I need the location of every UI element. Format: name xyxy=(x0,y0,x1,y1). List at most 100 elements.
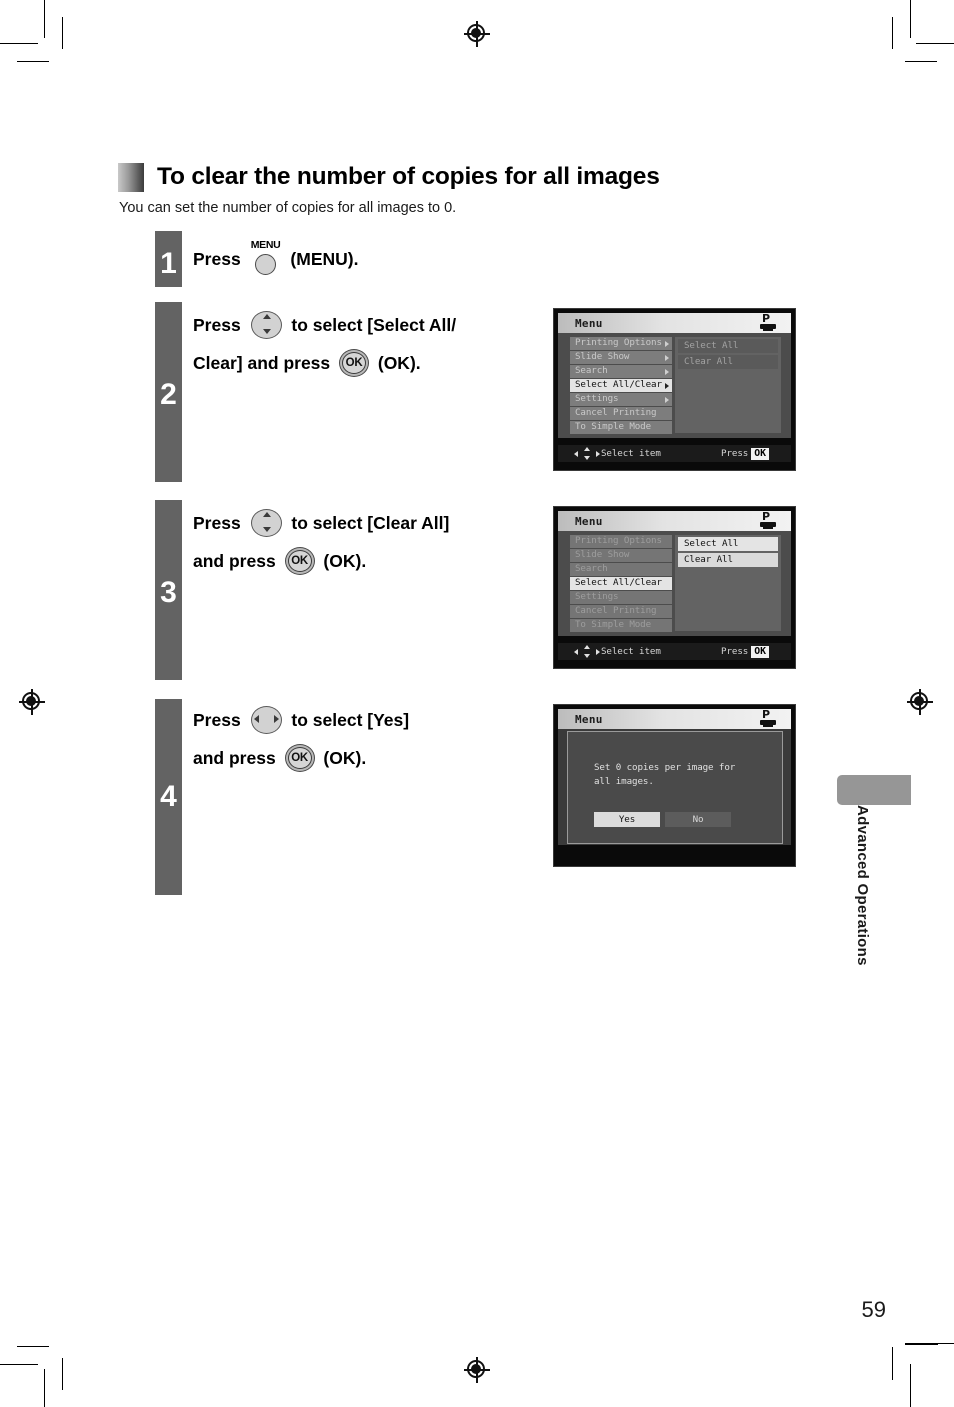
printer-icon-letter: P xyxy=(762,510,771,523)
step-1-text: Press MENU (MENU). xyxy=(193,231,358,287)
section-heading: To clear the number of copies for all im… xyxy=(118,163,660,192)
lcd-2-ok-chip: OK xyxy=(751,447,769,460)
dialog-message: Set 0 copies per image for all images. xyxy=(594,761,735,788)
arrow-down-icon xyxy=(262,527,271,532)
lcd-4-title: Menu xyxy=(575,712,603,726)
step-2-line-2: Clear] and press OK (OK). xyxy=(193,344,456,382)
page-title: To clear the number of copies for all im… xyxy=(157,163,660,191)
lcd-3-statusbar: Select item Press OK xyxy=(558,643,791,660)
step-1: 1 Press MENU (MENU). xyxy=(155,231,575,287)
manual-page: To clear the number of copies for all im… xyxy=(0,0,954,1407)
step-3-line-1: Press to select [Clear All] xyxy=(193,504,449,542)
arrow-left-icon xyxy=(574,450,578,457)
step-4-line-1: Press to select [Yes] xyxy=(193,701,409,739)
step-4-text: Press to select [Yes] and press OK (OK). xyxy=(193,701,409,777)
lcd-3-title: Menu xyxy=(575,514,603,528)
lcd-3-menu-item-6[interactable]: To Simple Mode xyxy=(570,619,672,633)
step-1-line-1: Press MENU (MENU). xyxy=(193,231,358,287)
chapter-tab xyxy=(837,775,911,805)
up-down-pad-icon xyxy=(249,309,284,341)
lcd-3-submenu-item-1[interactable]: Clear All xyxy=(678,553,778,567)
printer-icon-letter: P xyxy=(762,312,771,325)
lcd-3-menu-label-0: Printing Options xyxy=(575,535,662,546)
step-2: 2 Press to select [Select All/ Clear] an… xyxy=(155,302,575,482)
lcd-3-press-label: Press xyxy=(721,646,749,657)
lcd-3-menu-label-5: Cancel Printing xyxy=(575,605,657,617)
lcd-3-menu-item-1[interactable]: Slide Show xyxy=(570,549,672,562)
dialog-no-button[interactable]: No xyxy=(665,812,731,827)
lcd-3-body: Select All Clear All Printing Options Sl… xyxy=(558,531,791,636)
lcd-2-menu-item-5[interactable]: Cancel Printing xyxy=(570,407,672,421)
chapter-tab-label: Advanced Operations xyxy=(854,805,871,966)
left-right-pad-icon xyxy=(249,704,284,736)
lcd-2-menu-label-4: Settings xyxy=(575,393,619,405)
step-2-pre-text-1: Press xyxy=(193,315,246,335)
confirmation-dialog: Set 0 copies per image for all images. Y… xyxy=(567,731,783,844)
printer-icon-letter: P xyxy=(762,708,771,721)
lcd-3-menu-label-6: To Simple Mode xyxy=(575,619,652,631)
ok-button-icon: OK xyxy=(284,546,316,576)
printer-icon-tray xyxy=(763,725,773,727)
lcd-3-menu-item-5[interactable]: Cancel Printing xyxy=(570,605,672,619)
printer-icon: P xyxy=(760,312,778,333)
step-2-pre-text-2: Clear] and press xyxy=(193,353,335,373)
lcd-2-menu-label-5: Cancel Printing xyxy=(575,407,657,419)
lcd-2-press-hint: Press OK xyxy=(721,447,769,460)
lcd-3-hint: Select item xyxy=(601,646,661,657)
arrow-down-icon xyxy=(584,653,590,658)
lcd-2-menu-item-2[interactable]: Search xyxy=(570,365,672,378)
ok-button-label: OK xyxy=(287,747,312,769)
step-4-pre-text-1: Press xyxy=(193,710,246,730)
arrow-up-icon xyxy=(262,512,271,517)
printer-icon-tray xyxy=(763,527,773,529)
lcd-3-menu-item-3[interactable]: Select All/Clear xyxy=(570,577,672,590)
step-3-number: 3 xyxy=(160,576,177,609)
dialog-yes-button[interactable]: Yes xyxy=(594,812,660,827)
ok-button-icon: OK xyxy=(338,348,370,378)
lcd-2-menu-item-6[interactable]: To Simple Mode xyxy=(570,421,672,435)
lcd-3-menu-label-1: Slide Show xyxy=(575,549,630,561)
lcd-3-press-hint: Press OK xyxy=(721,645,769,658)
step-2-post-text-2: (OK). xyxy=(373,353,421,373)
lcd-2-hint: Select item xyxy=(601,448,661,459)
arrow-left-icon xyxy=(253,715,259,723)
lcd-3-menu-item-4[interactable]: Settings xyxy=(570,591,672,604)
lcd-2-menu-item-1[interactable]: Slide Show xyxy=(570,351,672,364)
section-subtitle: You can set the number of copies for all… xyxy=(119,200,457,216)
lcd-2-submenu: Select All Clear All xyxy=(675,337,781,433)
lcd-2-menu-item-3[interactable]: Select All/Clear xyxy=(570,379,672,392)
lcd-3-submenu-item-0[interactable]: Select All xyxy=(678,537,778,551)
arrow-right-icon xyxy=(596,450,600,457)
dpad-nav-icon xyxy=(574,447,600,460)
lcd-2-menu-label-3: Select All/Clear xyxy=(575,379,662,391)
dialog-message-line-1: Set 0 copies per image for xyxy=(594,762,736,773)
lcd-2-menu-label-1: Slide Show xyxy=(575,351,630,363)
step-3-text: Press to select [Clear All] and press OK… xyxy=(193,504,449,580)
step-3-line-2: and press OK (OK). xyxy=(193,542,449,580)
lcd-2-submenu-item-0[interactable]: Select All xyxy=(678,339,778,353)
lcd-4-titlebar: Menu P xyxy=(558,709,791,729)
lcd-3-submenu: Select All Clear All xyxy=(675,535,781,631)
lcd-screenshot-step-3: Menu P Select All Clear All Printing Opt… xyxy=(553,506,796,669)
lcd-2-menu-item-4[interactable]: Settings xyxy=(570,393,672,406)
lcd-2-submenu-item-1[interactable]: Clear All xyxy=(678,355,778,369)
lcd-2-menu-item-0[interactable]: Printing Options xyxy=(570,337,672,350)
lcd-2-body: Select All Clear All Printing Options Sl… xyxy=(558,333,791,438)
arrow-up-icon xyxy=(262,314,271,319)
up-down-pad-icon xyxy=(249,507,284,539)
dialog-buttons: Yes No xyxy=(594,812,731,827)
menu-button-circle xyxy=(254,254,276,276)
step-3-post-text-2: (OK). xyxy=(318,551,367,571)
step-4: 4 Press to select [Yes] and press OK (OK… xyxy=(155,699,575,895)
step-2-text: Press to select [Select All/ Clear] and … xyxy=(193,306,456,382)
step-4-post-text-1: to select [Yes] xyxy=(286,710,410,730)
ok-button-icon: OK xyxy=(284,743,316,773)
lcd-3-menu-item-0[interactable]: Printing Options xyxy=(570,535,672,548)
step-1-number: 1 xyxy=(160,247,177,280)
arrow-down-icon xyxy=(584,455,590,460)
step-3: 3 Press to select [Clear All] and press … xyxy=(155,500,575,680)
step-2-line-1: Press to select [Select All/ xyxy=(193,306,456,344)
lcd-3-menu-item-2[interactable]: Search xyxy=(570,563,672,576)
lcd-2-menu-list: Printing Options Slide Show Search Selec… xyxy=(570,337,672,436)
arrow-up-icon xyxy=(584,447,590,451)
